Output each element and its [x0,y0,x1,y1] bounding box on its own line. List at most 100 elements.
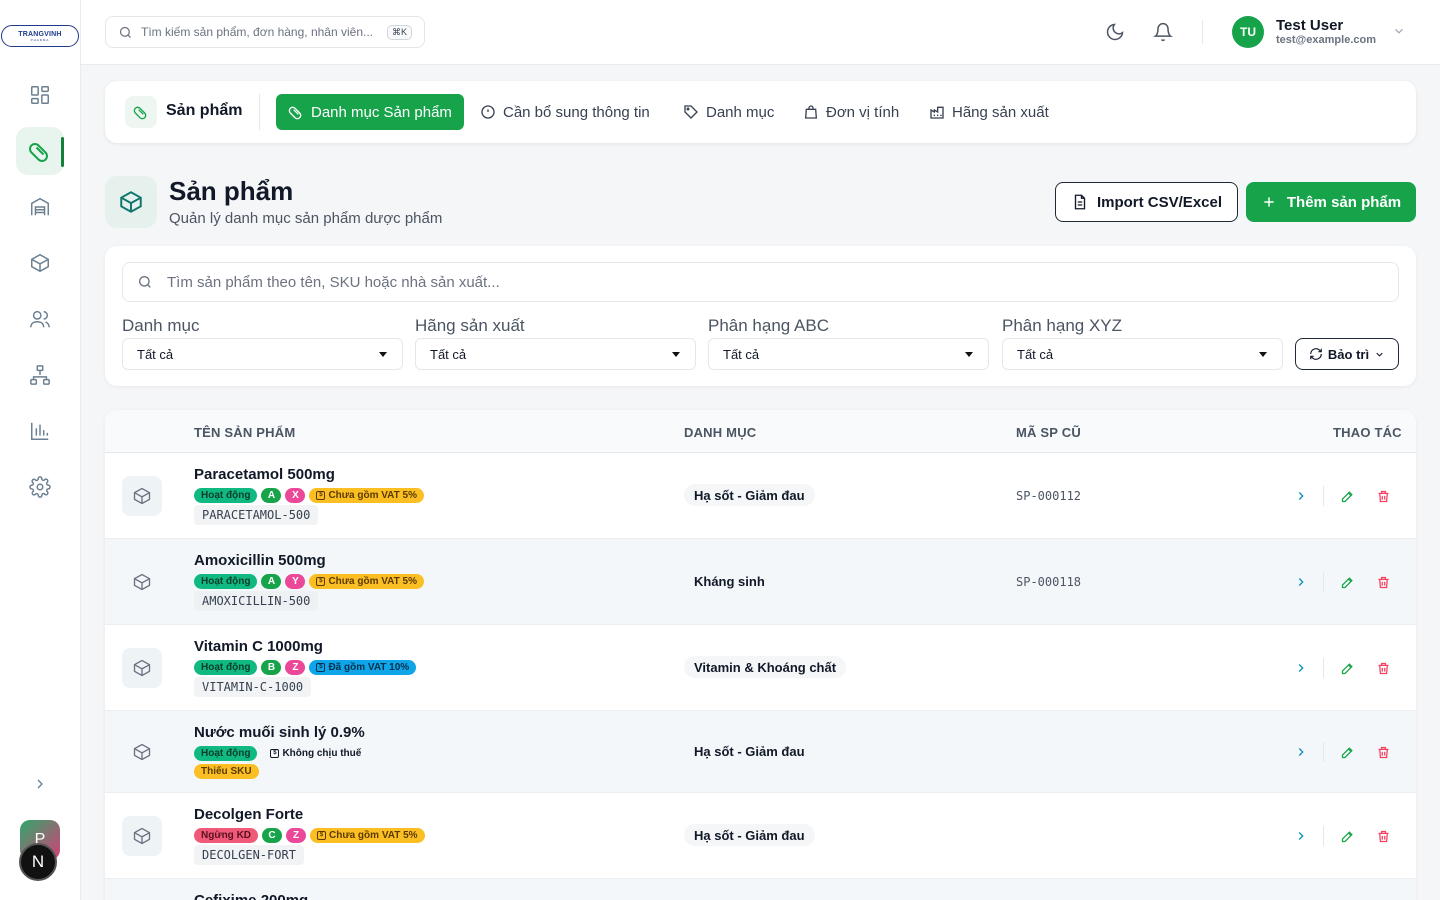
box-icon [133,827,151,845]
trash-icon [1378,746,1388,758]
product-name[interactable]: Amoxicillin 500mg [194,552,326,569]
edit-button[interactable] [1337,742,1357,762]
user-avatar[interactable]: TU [1232,16,1264,48]
table-row[interactable]: Paracetamol 500mg Hoạt động A X $ Chưa gồ… [105,453,1416,539]
product-name[interactable]: Nước muối sinh lý 0.9% [194,724,365,741]
product-name[interactable]: Vitamin C 1000mg [194,638,323,655]
delete-button[interactable] [1373,826,1393,846]
product-search-input[interactable]: Tìm sản phẩm theo tên, SKU hoặc nhà sản … [122,262,1399,302]
edit-button[interactable] [1337,572,1357,592]
tab-manufacturers[interactable]: Hãng sản xuất [917,94,1061,130]
table-row[interactable]: Vitamin C 1000mg Hoạt động B Z $ Đã gồm V… [105,625,1416,711]
bell-icon [1153,22,1173,42]
warning-badges: Thiếu SKU [194,764,259,779]
org-chart-icon [30,365,50,385]
chevron-right-icon [37,779,43,789]
pill-icon [29,143,48,162]
category-chip: Hạ sốt - Giảm đau [684,824,815,846]
filter-manufacturer-select[interactable]: Tất cả [415,338,696,370]
column-header-name[interactable]: TÊN SẢN PHẨM [194,425,295,440]
tag-icon [684,105,698,119]
import-csv-button[interactable]: Import CSV/Excel [1055,182,1238,222]
vat-label: Không chịu thuế [282,748,362,759]
column-header-category[interactable]: DANH MỤC [684,425,756,440]
brand-logo[interactable]: TRANGVINH PHARMA [1,25,79,47]
edit-button[interactable] [1337,486,1357,506]
table-row[interactable]: Amoxicillin 500mg Hoạt động A Y $ Chưa gồ… [105,539,1416,625]
pill-icon [288,106,302,120]
table-row[interactable]: Decolgen Forte Ngừng KD C Z $ Chưa gồm VA… [105,793,1416,879]
sidebar-item-dashboard[interactable] [16,71,64,119]
sidebar-item-reports[interactable] [16,407,64,455]
table-row[interactable]: Cefixime 200mg [105,879,1416,900]
product-section-tabs: Sản phẩm Danh mục Sản phẩm Cần bổ sung t… [105,81,1416,143]
sidebar-item-inventory[interactable] [16,239,64,287]
view-detail-button[interactable] [1291,658,1311,678]
logo-subtext: PHARMA [30,37,50,42]
view-detail-button[interactable] [1291,486,1311,506]
edit-button[interactable] [1337,658,1357,678]
sidebar-item-settings[interactable] [16,463,64,511]
box-icon [133,487,151,505]
tab-needs-info[interactable]: Cần bổ sung thông tin [468,94,662,130]
category-chip: Vitamin & Khoáng chất [684,656,847,678]
product-thumbnail [122,476,162,516]
sidebar-item-users[interactable] [16,295,64,343]
product-name[interactable]: Paracetamol 500mg [194,466,335,483]
product-badges: Hoạt động B Z $ Đã gồm VAT 10% [194,660,417,675]
section-icon [125,96,157,128]
add-product-button[interactable]: Thêm sản phẩm [1246,182,1416,222]
sidebar-item-products[interactable] [16,127,64,175]
user-name[interactable]: Test User [1276,17,1343,34]
filter-xyz-select[interactable]: Tất cả [1002,338,1283,370]
trash-icon [1378,662,1388,674]
action-divider [1323,486,1324,506]
theme-toggle-button[interactable] [1103,20,1127,44]
notifications-button[interactable] [1151,20,1175,44]
tab-label: Hãng sản xuất [952,103,1049,121]
tab-label: Cần bổ sung thông tin [503,103,650,121]
category-chip: Kháng sinh [694,573,765,589]
expand-sidebar-button[interactable] [28,772,52,796]
table-row[interactable]: Nước muối sinh lý 0.9% Hoạt động $ Không … [105,711,1416,793]
missing-sku-badge: Thiếu SKU [194,764,259,779]
delete-button[interactable] [1373,572,1393,592]
tab-units[interactable]: Đơn vị tính [791,94,911,130]
sidebar: TRANGVINH PHARMA P N [0,0,81,900]
tab-label: Đơn vị tính [826,103,900,121]
view-detail-button[interactable] [1291,742,1311,762]
delete-button[interactable] [1373,742,1393,762]
edit-button[interactable] [1337,826,1357,846]
action-divider [1323,826,1324,846]
search-icon [119,26,131,38]
add-button-label: Thêm sản phẩm [1286,193,1402,211]
delete-button[interactable] [1373,486,1393,506]
vat-badge: $ Không chịu thuế [267,746,364,761]
caret-down-icon [965,352,973,357]
global-search-input[interactable]: Tìm kiếm sản phẩm, đơn hàng, nhân viên..… [105,16,425,48]
user-menu-toggle[interactable] [1392,24,1406,38]
chevron-right-icon [1298,492,1304,500]
trash-icon [1378,830,1388,842]
gear-icon [29,476,51,498]
tab-categories[interactable]: Danh mục [671,94,786,130]
product-name[interactable]: Decolgen Forte [194,806,303,823]
tab-product-catalog[interactable]: Danh mục Sản phẩm [276,94,464,130]
xyz-badge: X [285,488,306,503]
product-badges: Hoạt động $ Không chịu thuế [194,746,364,761]
view-detail-button[interactable] [1291,572,1311,592]
delete-button[interactable] [1373,658,1393,678]
column-header-old-code[interactable]: MÃ SP CŨ [1016,425,1081,440]
view-detail-button[interactable] [1291,826,1311,846]
sidebar-item-warehouse[interactable] [16,183,64,231]
product-search-placeholder: Tìm sản phẩm theo tên, SKU hoặc nhà sản … [167,273,500,291]
product-thumbnail [122,732,162,772]
filter-abc-select[interactable]: Tất cả [708,338,989,370]
maintenance-menu-button[interactable]: Bảo trì [1295,338,1399,370]
filter-category-select[interactable]: Tất cả [122,338,403,370]
sidebar-item-organization[interactable] [16,351,64,399]
product-name[interactable]: Cefixime 200mg [194,892,308,900]
abc-badge: B [261,660,282,675]
vat-badge: $ Chưa gồm VAT 5% [309,574,424,589]
next-dev-indicator[interactable]: N [19,843,57,881]
